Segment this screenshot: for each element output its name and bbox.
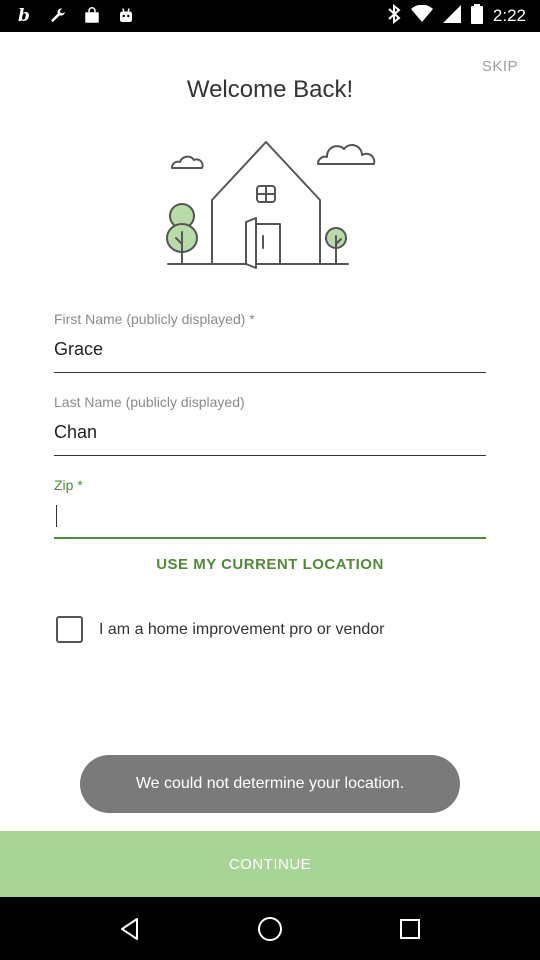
continue-button[interactable]: CONTINUE xyxy=(0,831,540,897)
robot-icon xyxy=(116,6,136,26)
location-error-toast: We could not determine your location. xyxy=(80,755,460,813)
wrench-icon xyxy=(48,6,68,26)
bold-b-icon: b xyxy=(18,6,30,26)
recents-icon[interactable] xyxy=(390,909,430,949)
pro-vendor-checkbox[interactable] xyxy=(56,616,83,643)
zip-input[interactable] xyxy=(54,505,486,539)
pro-vendor-checkbox-row[interactable]: I am a home improvement pro or vendor xyxy=(56,616,384,643)
bluetooth-icon xyxy=(387,3,401,29)
zip-label: Zip * xyxy=(54,477,83,493)
battery-icon xyxy=(470,3,483,29)
system-icons: 2:22 xyxy=(387,3,526,29)
use-current-location-button[interactable]: USE MY CURRENT LOCATION xyxy=(0,556,540,573)
text-cursor xyxy=(56,505,57,527)
signal-icon xyxy=(442,4,461,28)
skip-button[interactable]: SKIP xyxy=(482,58,518,75)
last-name-field[interactable]: Last Name (publicly displayed) Chan xyxy=(54,394,486,456)
clock-time: 2:22 xyxy=(492,6,526,25)
toast-message: We could not determine your location. xyxy=(135,775,405,792)
house-illustration xyxy=(166,141,376,269)
back-icon[interactable] xyxy=(110,909,150,949)
notification-icons: b xyxy=(14,4,136,28)
first-name-input[interactable]: Grace xyxy=(54,339,486,373)
page-title: Welcome Back! xyxy=(186,76,354,103)
last-name-input[interactable]: Chan xyxy=(54,422,486,456)
first-name-label: First Name (publicly displayed) * xyxy=(54,311,255,327)
bag-icon xyxy=(82,6,102,26)
first-name-field[interactable]: First Name (publicly displayed) * Grace xyxy=(54,311,486,373)
pro-vendor-label: I am a home improvement pro or vendor xyxy=(99,620,385,638)
cloud-right-icon xyxy=(317,144,376,165)
cloud-left-icon xyxy=(171,155,204,169)
last-name-label: Last Name (publicly displayed) xyxy=(54,394,245,410)
home-icon[interactable] xyxy=(250,909,290,949)
navigation-bar xyxy=(0,897,540,960)
wifi-icon xyxy=(410,4,433,28)
status-bar: b 2:22 xyxy=(0,0,540,32)
zip-field[interactable]: Zip * xyxy=(54,477,486,539)
